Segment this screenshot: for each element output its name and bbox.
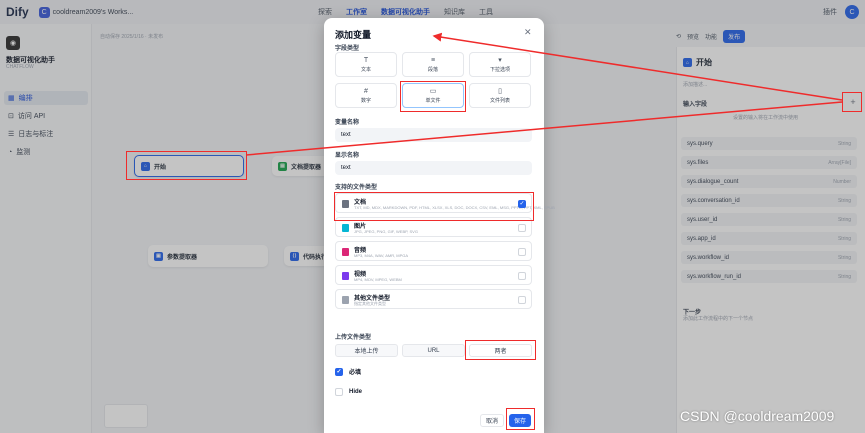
watermark: CSDN @cooldream2009	[680, 408, 835, 424]
arrow-to-start-node	[245, 101, 843, 156]
arrow-to-title	[432, 32, 843, 101]
annotation-arrows	[245, 32, 843, 156]
